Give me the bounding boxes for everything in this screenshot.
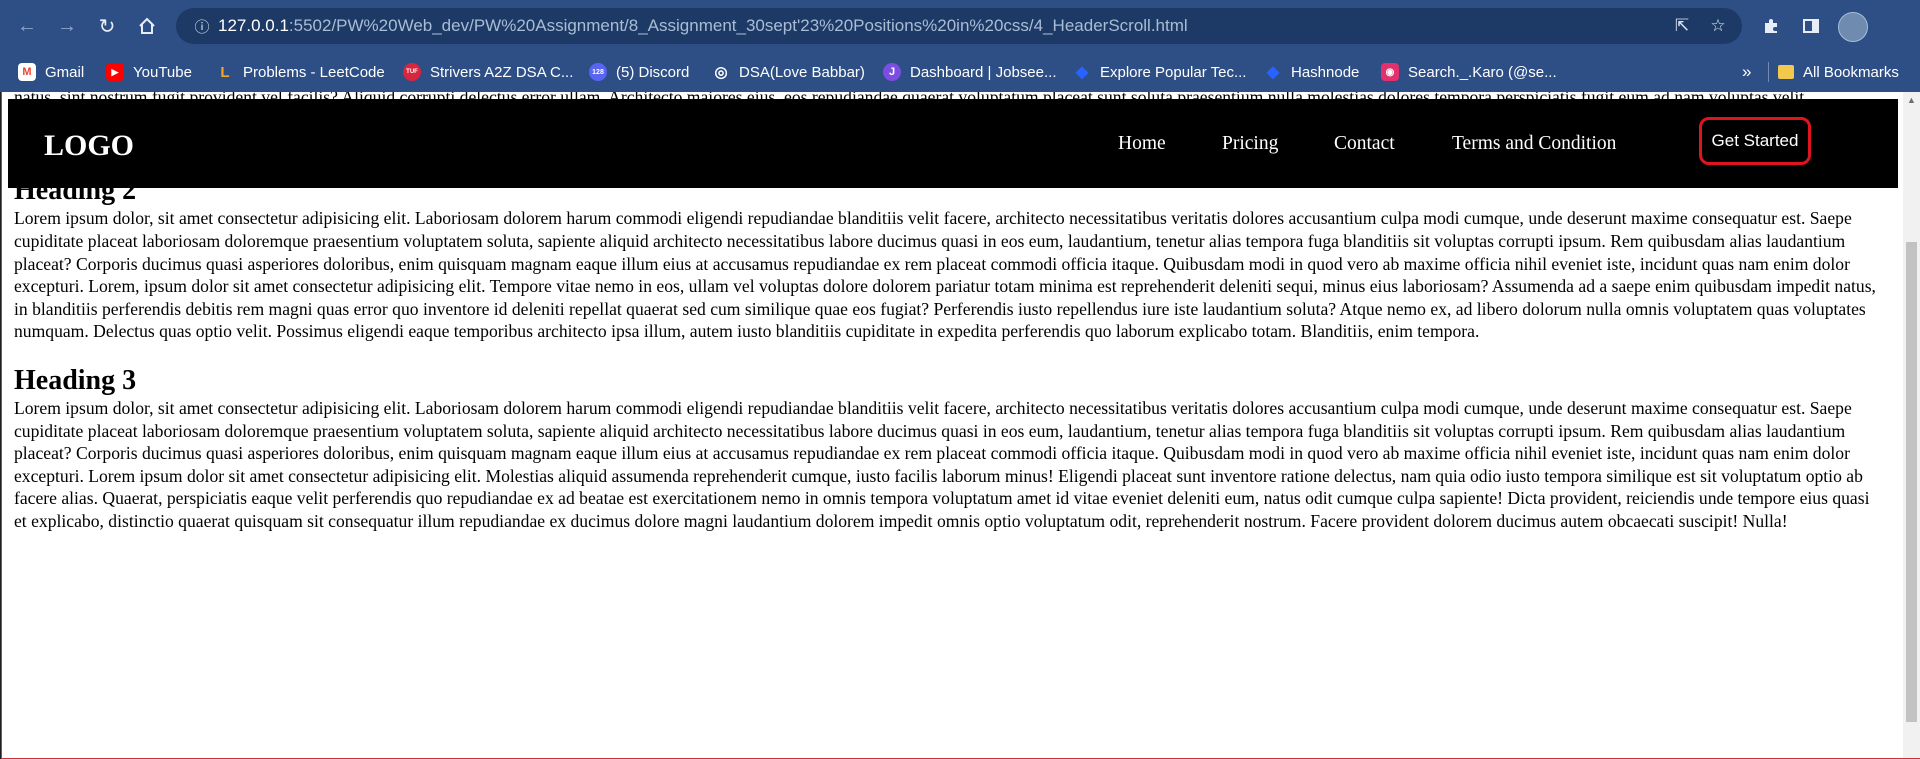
back-button[interactable]: ← [10,9,44,43]
page-viewport: modi in quod vero ab maxime officia nihi… [1,92,1920,759]
bookmarks-bar: M Gmail ▶ YouTube L Problems - LeetCode … [0,52,1920,92]
site-logo[interactable]: LOGO [44,129,134,163]
bookmark-jobseeker[interactable]: J Dashboard | Jobsee... [883,60,1056,84]
bookmark-leetcode[interactable]: L Problems - LeetCode [216,60,384,84]
site-header: LOGO Home Pricing Contact Terms and Cond… [8,99,1898,188]
discord-icon: 128 [589,63,607,81]
browser-window: ← → ↻ ⓘ 127.0.0.1:5502/PW%20Web_dev/PW%2… [0,0,1920,759]
hashnode-icon: ◆ [1075,64,1089,81]
forward-button[interactable]: → [50,9,84,43]
address-bar[interactable]: ⓘ 127.0.0.1:5502/PW%20Web_dev/PW%20Assig… [176,8,1742,44]
side-panel-icon[interactable] [1797,12,1825,40]
jobseeker-icon: J [883,63,901,81]
vertical-scrollbar[interactable]: ▲ [1903,92,1920,758]
arrow-right-icon: → [57,14,77,37]
home-icon [139,17,155,34]
bookmark-instagram[interactable]: ◉ Search._.Karo (@se... [1381,60,1557,84]
star-icon[interactable]: ☆ [1706,14,1730,38]
all-bookmarks-button[interactable]: All Bookmarks [1778,60,1899,84]
scroll-up-arrow-icon[interactable]: ▲ [1903,92,1920,108]
bookmark-hashnode[interactable]: ◆ Hashnode [1264,60,1360,84]
globe-icon: ◎ [714,64,728,81]
scrollbar-thumb[interactable] [1906,242,1917,722]
gmail-icon: M [18,63,36,81]
bookmark-discord[interactable]: 128 (5) Discord [589,60,689,84]
reload-button[interactable]: ↻ [90,9,124,43]
section-heading: Heading 3 [14,364,137,396]
nav-link-pricing[interactable]: Pricing [1222,133,1278,155]
home-button[interactable] [130,9,164,43]
hashnode-icon: ◆ [1266,64,1280,81]
folder-icon [1778,65,1794,79]
bookmark-explore[interactable]: ◆ Explore Popular Tec... [1073,60,1247,84]
url-text[interactable]: 127.0.0.1:5502/PW%20Web_dev/PW%20Assignm… [218,16,1188,36]
get-started-button[interactable]: Get Started [1699,117,1811,165]
arrow-left-icon: ← [17,14,37,37]
reload-icon: ↻ [98,15,116,38]
section-paragraph: Lorem ipsum dolor, sit amet consectetur … [14,208,1876,342]
youtube-icon: ▶ [106,63,124,81]
site-info-icon[interactable]: ⓘ [192,16,212,36]
nav-link-contact[interactable]: Contact [1334,133,1395,155]
leetcode-icon: L [220,63,230,81]
nav-link-home[interactable]: Home [1118,133,1166,155]
bookmark-love-babbar[interactable]: ◎ DSA(Love Babbar) [712,60,864,84]
bookmarks-divider [1768,62,1769,82]
bookmark-gmail[interactable]: M Gmail [18,60,84,84]
avatar[interactable] [1838,12,1868,42]
bookmark-strivers[interactable]: TUF Strivers A2Z DSA C... [403,60,573,84]
browser-toolbar: ← → ↻ ⓘ 127.0.0.1:5502/PW%20Web_dev/PW%2… [0,0,1920,52]
bookmarks-overflow-button[interactable]: » [1742,60,1751,84]
section-paragraph: Lorem ipsum dolor, sit amet consectetur … [14,397,1870,531]
bookmark-youtube[interactable]: ▶ YouTube [106,60,192,84]
instagram-icon: ◉ [1381,63,1399,81]
nav-link-terms[interactable]: Terms and Condition [1452,133,1616,155]
puzzle-icon[interactable] [1757,12,1785,40]
strivers-icon: TUF [403,63,421,81]
share-icon[interactable]: ⇱ [1670,14,1694,38]
